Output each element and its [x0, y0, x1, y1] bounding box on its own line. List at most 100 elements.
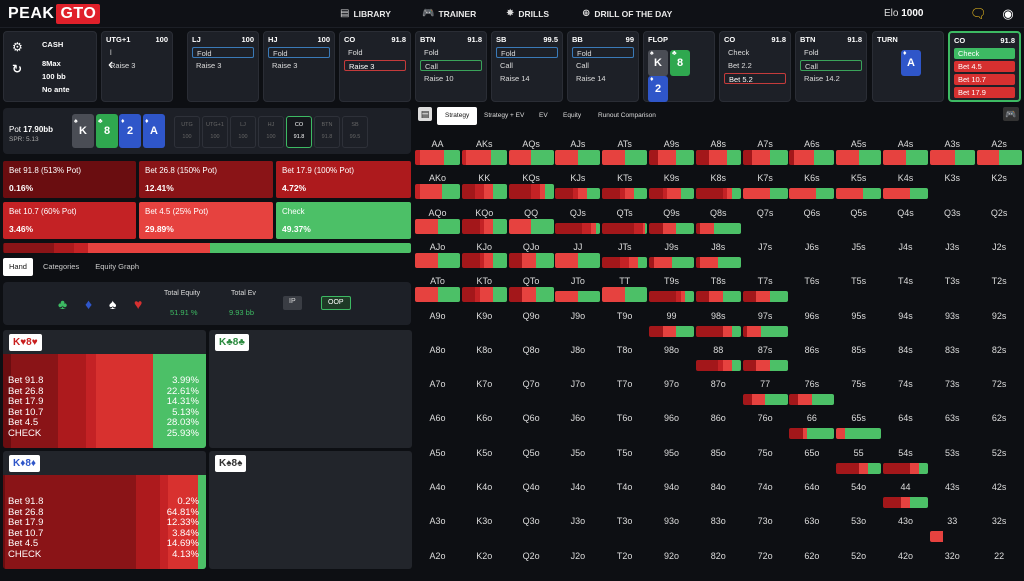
tab-hand[interactable]: Hand [3, 258, 33, 276]
current-action-option[interactable]: Bet 4.5 [954, 61, 1015, 72]
range-cell[interactable]: 22 [977, 544, 1022, 577]
seat-action[interactable]: Fold [268, 47, 330, 58]
seat-btn[interactable]: BTN 91.8 Fold Call Raise 14.2 [795, 31, 867, 102]
range-cell[interactable]: T2o [602, 544, 647, 577]
range-cell[interactable]: Q8s [695, 201, 741, 234]
seat-action[interactable]: Fold [800, 47, 862, 58]
range-cell[interactable]: 84s [883, 338, 928, 371]
range-cell[interactable]: Q8o [509, 338, 554, 371]
range-cell[interactable]: K6s [789, 166, 835, 200]
range-cell[interactable]: 65o [789, 441, 834, 474]
range-cell[interactable]: QJs [555, 201, 601, 234]
tab-equity-graph[interactable]: Equity Graph [89, 258, 145, 276]
range-cell[interactable]: A7s [742, 132, 788, 165]
range-cell[interactable]: 63s [930, 406, 975, 439]
range-cell[interactable]: 75s [836, 372, 881, 405]
seat-action[interactable]: Raise 3 [344, 60, 406, 71]
range-cell[interactable]: A2o [415, 544, 460, 577]
seat-action[interactable]: Raise 3 [192, 60, 254, 71]
range-cell[interactable]: JJ [555, 235, 601, 268]
range-cell[interactable]: A7o [415, 372, 460, 405]
range-cell[interactable]: A6s [789, 132, 835, 165]
range-cell[interactable]: T8s [695, 269, 741, 303]
range-cell[interactable]: J4s [883, 235, 928, 268]
range-cell[interactable]: K7o [462, 372, 507, 405]
range-cell[interactable]: 32o [930, 544, 975, 577]
range-cell[interactable]: 54o [836, 475, 881, 508]
range-cell[interactable]: T3s [930, 269, 975, 302]
range-cell[interactable]: 94o [649, 475, 694, 508]
seat-action[interactable]: l [106, 47, 168, 58]
range-cell[interactable]: 63o [789, 509, 834, 542]
seat-action[interactable]: Raise 3 [106, 60, 168, 71]
range-cell[interactable]: K3s [930, 166, 975, 199]
tab-runout-comparison[interactable]: Runout Comparison [598, 107, 656, 125]
range-cell[interactable]: 52o [836, 544, 881, 577]
range-cell[interactable]: 33 [929, 509, 975, 543]
range-cell[interactable]: QTo [508, 269, 554, 303]
range-cell[interactable]: 43s [930, 475, 975, 508]
range-cell[interactable]: 32s [977, 509, 1022, 542]
range-cell[interactable]: 44 [883, 475, 928, 508]
seat-action[interactable]: Fold [572, 47, 634, 58]
seat-action[interactable]: Fold [192, 47, 254, 58]
seat-action[interactable]: Bet 2.2 [724, 60, 786, 71]
range-cell[interactable]: 87s [742, 338, 788, 371]
range-cell[interactable]: 42s [977, 475, 1022, 508]
range-cell[interactable]: J9o [555, 304, 600, 337]
range-cell[interactable]: A2s [976, 132, 1022, 165]
tab-ev[interactable]: EV [539, 107, 548, 125]
range-cell[interactable]: T2s [977, 269, 1022, 302]
tab-categories[interactable]: Categories [37, 258, 85, 276]
position-stack-item[interactable]: UTG+1 100 [202, 116, 228, 148]
seat-co[interactable]: CO 91.8 Check Bet 2.2 Bet 5.2 [719, 31, 791, 102]
range-cell[interactable]: JTs [602, 235, 648, 268]
range-cell[interactable]: J8s [695, 235, 741, 268]
range-cell[interactable]: 99 [649, 304, 694, 337]
range-cell[interactable]: 94s [883, 304, 928, 337]
position-stack-item[interactable]: SB 99.5 [342, 116, 368, 148]
action-option-1[interactable]: Bet 26.8 (150% Pot) 12.41% [139, 161, 273, 198]
range-cell[interactable]: 84o [696, 475, 741, 508]
range-cell[interactable]: 96s [789, 304, 834, 337]
range-cell[interactable]: AA [415, 132, 460, 165]
range-cell[interactable]: 42o [883, 544, 928, 577]
range-cell[interactable]: AJs [555, 132, 601, 165]
range-cell[interactable]: T8o [602, 338, 647, 371]
range-cell[interactable]: T4o [602, 475, 647, 508]
range-cell[interactable]: AQo [415, 201, 460, 234]
range-cell[interactable]: 62s [977, 406, 1022, 439]
flop-board-panel[interactable]: FLOP K ♠ 8 ♣ 2 ♦ [643, 31, 715, 102]
current-action-option[interactable]: Bet 17.9 [954, 87, 1015, 98]
range-cell[interactable]: 73s [930, 372, 975, 405]
range-cell[interactable]: K4s [883, 166, 928, 200]
tab-equity[interactable]: Equity [563, 107, 581, 125]
range-cell[interactable]: T3o [602, 509, 647, 542]
range-cell[interactable]: 83s [930, 338, 975, 371]
range-cell[interactable]: KTs [602, 166, 648, 200]
nav-trainer[interactable]: 🎮 TRAINER [422, 8, 476, 19]
position-stack-item[interactable]: UTG 100 [174, 116, 200, 148]
range-cell[interactable]: AQs [508, 132, 554, 165]
range-cell[interactable]: 86o [696, 406, 741, 439]
range-cell[interactable]: Q6o [509, 406, 554, 439]
range-cell[interactable]: AKs [461, 132, 507, 165]
range-cell[interactable]: 64o [789, 475, 834, 508]
combo-card-0[interactable]: K♥8♥ Bet 91.8 Bet 26.8 Bet 17.9 Bet 10.7 Bet … [3, 330, 206, 448]
range-cell[interactable]: QQ [508, 201, 554, 234]
range-cell[interactable]: 95s [836, 304, 881, 337]
seat-lj[interactable]: LJ 100 Fold Raise 3 [187, 31, 259, 102]
range-cell[interactable]: Q2s [977, 201, 1022, 234]
range-cell[interactable]: 64s [883, 406, 928, 439]
range-cell[interactable]: 83o [696, 509, 741, 542]
range-cell[interactable]: KQo [461, 201, 507, 234]
range-cell[interactable]: K5o [462, 441, 507, 474]
seat-action[interactable]: Check [724, 47, 786, 58]
range-cell[interactable]: A8s [695, 132, 741, 165]
club-suit-icon[interactable]: ♣ [58, 296, 67, 312]
chat-icon[interactable]: 🗨 [970, 6, 987, 22]
range-cell[interactable]: K9o [462, 304, 507, 337]
range-cell[interactable]: Q2o [509, 544, 554, 577]
seat-action[interactable]: Raise 14 [496, 73, 558, 84]
seat-action[interactable]: Call [496, 60, 558, 71]
